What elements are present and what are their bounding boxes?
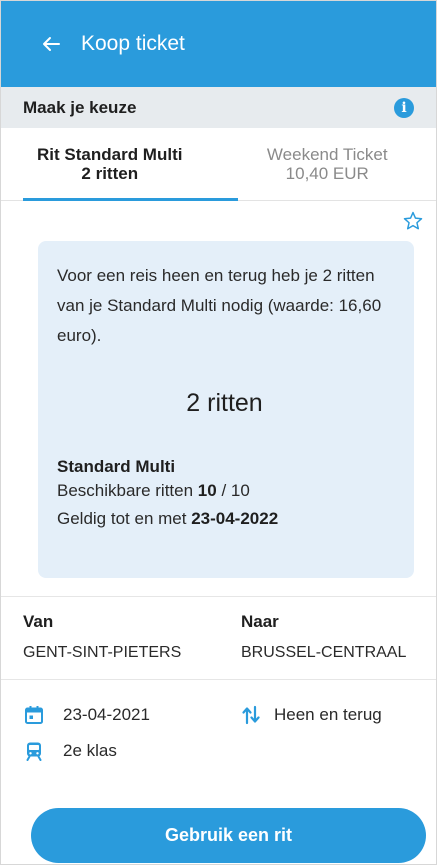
product-name: Standard Multi [57,457,176,476]
available-rides-label: Beschikbare ritten [57,481,198,500]
trip-details[interactable]: 23-04-2021 2e klas Heen en terug [1,680,436,783]
valid-until: Geldig tot en met 23-04-2022 [57,505,392,533]
tab-label: Rit Standard Multi [37,145,183,164]
train-icon [23,740,45,762]
screen: Koop ticket Maak je keuze i Rit Standard… [0,0,437,865]
to-label: Naar [241,612,279,631]
star-outline-icon[interactable] [402,210,424,232]
route-to: Naar BRUSSEL-CENTRAAL [241,611,431,679]
travel-date-value: 23-04-2021 [63,705,150,724]
to-station: BRUSSEL-CENTRAAL [241,644,407,661]
trip-type: Heen en terug [240,701,382,729]
ticket-card: Voor een reis heen en terug heb je 2 rit… [38,241,414,578]
tab-sublabel: 2 ritten [81,164,139,183]
valid-until-label: Geldig tot en met [57,509,192,528]
travel-class-value: 2e klas [63,741,117,760]
round-trip-icon [240,704,262,726]
valid-until-date: 23-04-2022 [191,509,279,528]
available-rides-total: / 10 [216,481,250,500]
calendar-icon [23,704,45,726]
available-rides-value: 10 [197,481,217,500]
route-section[interactable]: Van GENT-SINT-PIETERS Naar BRUSSEL-CENTR… [1,597,436,679]
arrow-left-icon[interactable] [41,33,63,55]
tab-rit-standard-multi[interactable]: Rit Standard Multi 2 ritten [1,128,219,200]
choice-bar: Maak je keuze i [1,87,436,128]
tab-sublabel: 10,40 EUR [285,164,369,183]
favorite-row [1,201,436,241]
ride-count: 2 ritten [186,389,263,417]
route-from: Van GENT-SINT-PIETERS [23,611,241,679]
app-bar: Koop ticket [1,1,436,87]
active-tab-indicator [23,198,238,201]
available-rides: Beschikbare ritten 10 / 10 [57,477,392,505]
from-station: GENT-SINT-PIETERS [23,644,182,661]
tab-weekend-ticket[interactable]: Weekend Ticket 10,40 EUR [219,128,437,200]
page-title: Koop ticket [81,32,185,55]
ticket-description: Voor een reis heen en terug heb je 2 rit… [57,266,382,345]
choice-label: Maak je keuze [23,97,137,117]
info-icon[interactable]: i [394,97,414,118]
tab-label: Weekend Ticket [266,145,388,164]
ticket-tabs: Rit Standard Multi 2 ritten Weekend Tick… [1,128,436,201]
trip-type-value: Heen en terug [274,705,382,724]
from-label: Van [23,612,54,631]
use-ride-button[interactable]: Gebruik een rit [31,808,426,863]
travel-class: 2e klas [23,737,436,765]
